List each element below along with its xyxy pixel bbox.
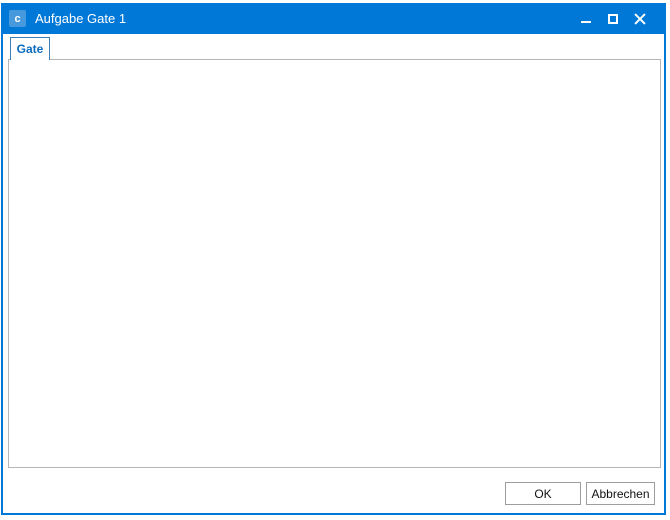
minimize-icon bbox=[581, 21, 591, 23]
close-icon bbox=[634, 13, 646, 25]
tab-gate[interactable]: Gate bbox=[10, 37, 50, 60]
tab-gate-label: Gate bbox=[17, 42, 44, 56]
minimize-button[interactable] bbox=[575, 8, 596, 29]
titlebar[interactable]: c Aufgabe Gate 1 bbox=[1, 3, 666, 34]
tab-page bbox=[8, 59, 661, 468]
ok-button[interactable]: OK bbox=[505, 482, 581, 505]
close-button[interactable] bbox=[629, 8, 650, 29]
maximize-button[interactable] bbox=[602, 8, 623, 29]
app-icon-glyph: c bbox=[14, 13, 20, 25]
window-title: Aufgabe Gate 1 bbox=[35, 11, 126, 26]
window-controls bbox=[575, 3, 650, 34]
dialog-window: c Aufgabe Gate 1 Gate Details Name Datum… bbox=[0, 0, 670, 520]
cancel-button[interactable]: Abbrechen bbox=[586, 482, 655, 505]
app-icon: c bbox=[9, 10, 26, 27]
maximize-icon bbox=[608, 14, 618, 24]
